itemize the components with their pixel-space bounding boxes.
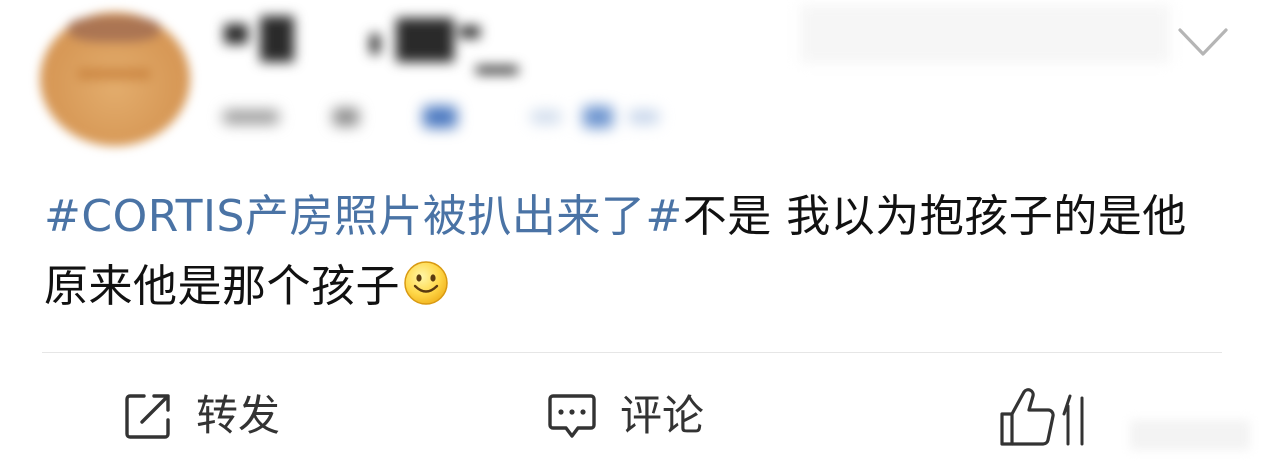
like-label-redacted xyxy=(1130,420,1250,450)
repost-label: 转发 xyxy=(196,391,281,440)
post-text: #CORTIS产房照片被扒出来了#不是 我以为抱孩子的是他 原来他是那个孩子 xyxy=(44,182,1234,322)
repost-button[interactable]: 转发 xyxy=(122,384,280,448)
smile-emoji xyxy=(404,261,448,305)
thumbs-up-icon xyxy=(1000,388,1055,446)
like-button[interactable] xyxy=(998,384,1098,448)
action-divider xyxy=(42,352,1222,353)
comment-icon xyxy=(548,394,596,438)
hashtag-link[interactable]: #CORTIS产房照片被扒出来了# xyxy=(44,191,683,242)
post-meta-redacted xyxy=(215,96,675,140)
header-redacted-area xyxy=(800,5,1170,63)
username-redacted[interactable] xyxy=(220,10,530,88)
chevron-down-icon[interactable] xyxy=(1176,22,1230,62)
comment-button[interactable]: 评论 xyxy=(546,384,704,448)
comment-label: 评论 xyxy=(620,391,705,440)
avatar[interactable] xyxy=(40,12,190,146)
like-label-fragment xyxy=(1062,394,1084,446)
share-icon xyxy=(125,394,170,439)
